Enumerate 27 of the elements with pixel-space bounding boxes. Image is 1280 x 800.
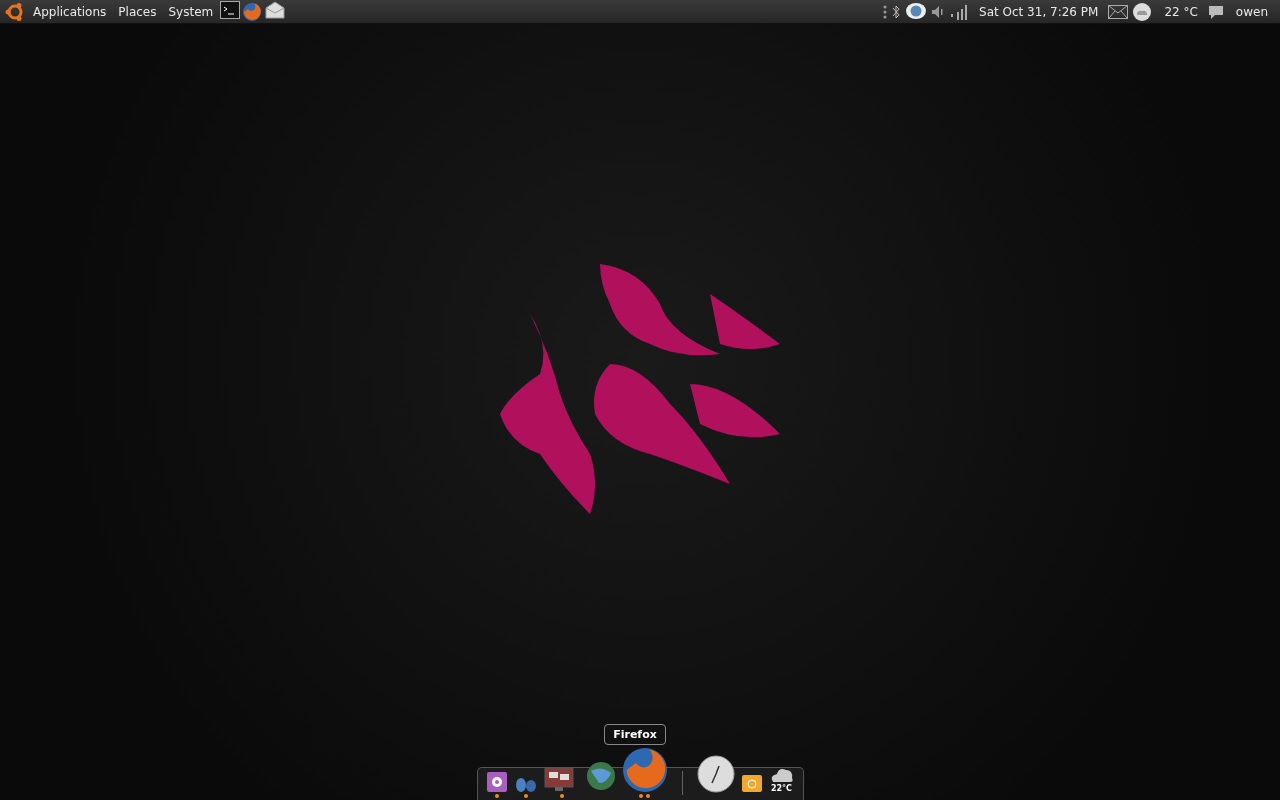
weather-icon[interactable] (1132, 1, 1153, 22)
signal-icon[interactable] (949, 3, 970, 20)
temperature-text[interactable]: 22 °C (1164, 4, 1198, 19)
weather-icon[interactable]: 22°C (768, 766, 795, 793)
running-indicator (559, 794, 564, 798)
panel-menu[interactable]: Places (113, 2, 162, 21)
volume-icon[interactable] (931, 4, 946, 19)
firefox-icon[interactable] (242, 1, 263, 22)
running-indicator (494, 794, 499, 798)
firefox-icon[interactable] (621, 747, 668, 793)
temperature-label: 22°C (771, 784, 792, 793)
user-name[interactable]: owen (1235, 4, 1268, 19)
panel-handle-icon (883, 4, 888, 19)
envelope-icon[interactable] (1108, 4, 1129, 19)
bluetooth-icon[interactable] (891, 3, 902, 20)
tooltip: Firefox (604, 724, 666, 745)
terminal-icon[interactable] (220, 0, 241, 20)
speech-bubble-icon[interactable] (1207, 3, 1224, 20)
panel-menu[interactable]: Applications (28, 2, 112, 21)
envelope-icon[interactable] (264, 0, 287, 20)
clock-icon[interactable] (696, 755, 735, 793)
settings-app-icon[interactable] (485, 771, 508, 793)
chat-globe-icon[interactable] (905, 1, 928, 22)
running-indicator (523, 794, 528, 798)
panel-menu[interactable]: System (163, 2, 219, 21)
globe-icon[interactable] (585, 759, 616, 793)
clock-text[interactable]: Sat Oct 31, 7:26 PM (979, 4, 1099, 19)
